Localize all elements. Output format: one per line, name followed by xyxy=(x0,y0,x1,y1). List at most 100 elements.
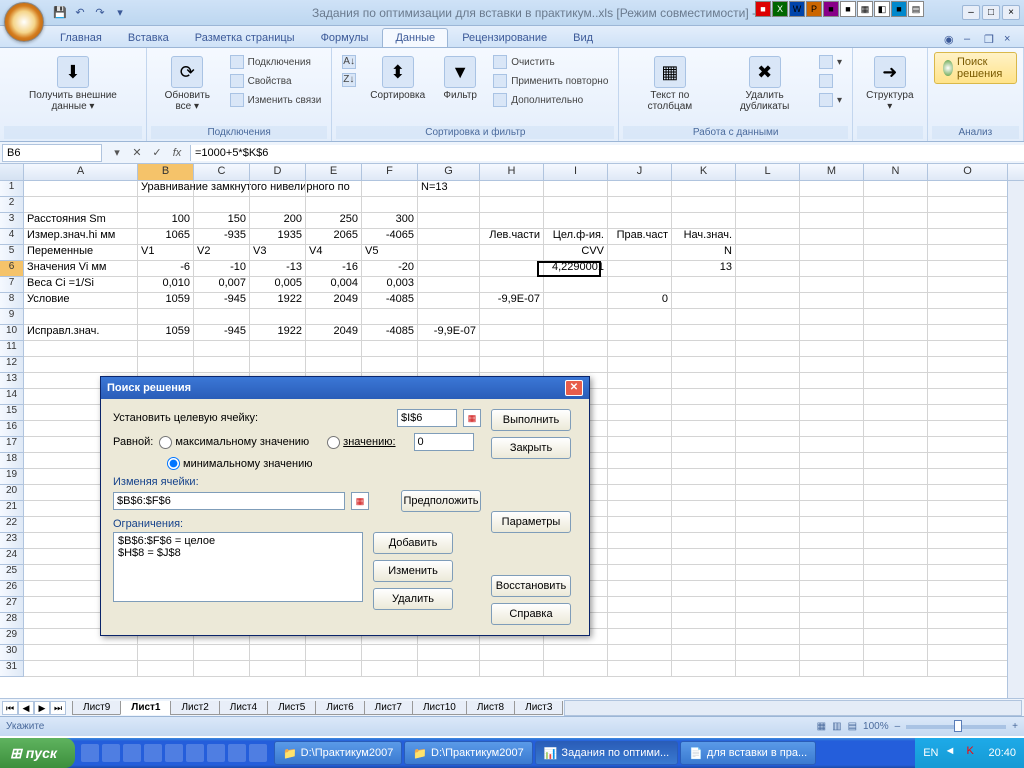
select-all-corner[interactable] xyxy=(0,164,24,180)
cell-L8[interactable] xyxy=(736,293,800,309)
cell-B4[interactable]: 1065 xyxy=(138,229,194,245)
lang-indicator[interactable]: EN xyxy=(923,747,938,759)
cell-O24[interactable] xyxy=(928,549,1008,565)
value-input[interactable] xyxy=(414,433,474,451)
cell-F6[interactable]: -20 xyxy=(362,261,418,277)
cell-F3[interactable]: 300 xyxy=(362,213,418,229)
col-M[interactable]: M xyxy=(800,164,864,180)
row-header[interactable]: 17 xyxy=(0,437,24,453)
cell-N23[interactable] xyxy=(864,533,928,549)
properties-button[interactable]: Свойства xyxy=(228,73,324,89)
changing-ref-button[interactable]: ▦ xyxy=(351,492,369,510)
view-layout-icon[interactable]: ▥ xyxy=(832,721,841,732)
cell-F4[interactable]: -4065 xyxy=(362,229,418,245)
cell-D2[interactable] xyxy=(250,197,306,213)
cell-M15[interactable] xyxy=(800,405,864,421)
constraints-list[interactable]: $B$6:$F$6 = целое $H$8 = $J$8 xyxy=(113,532,363,602)
cell-H12[interactable] xyxy=(480,357,544,373)
cell-C6[interactable]: -10 xyxy=(194,261,250,277)
cell-B8[interactable]: 1059 xyxy=(138,293,194,309)
tab-data[interactable]: Данные xyxy=(382,28,448,47)
row-header[interactable]: 14 xyxy=(0,389,24,405)
cell-B6[interactable]: -6 xyxy=(138,261,194,277)
cell-I8[interactable] xyxy=(544,293,608,309)
cell-G5[interactable] xyxy=(418,245,480,261)
cell-E8[interactable]: 2049 xyxy=(306,293,362,309)
cell-D11[interactable] xyxy=(250,341,306,357)
outline-button[interactable]: ➜ Структура ▾ xyxy=(859,52,921,116)
cell-L27[interactable] xyxy=(736,597,800,613)
refresh-all-button[interactable]: ⟳ Обновить все ▾ xyxy=(153,52,222,116)
cell-H11[interactable] xyxy=(480,341,544,357)
cell-J28[interactable] xyxy=(608,613,672,629)
cell-M22[interactable] xyxy=(800,517,864,533)
params-button[interactable]: Параметры xyxy=(491,511,571,533)
cell-D12[interactable] xyxy=(250,357,306,373)
qat-dropdown-icon[interactable]: ▾ xyxy=(112,5,128,21)
cell-N6[interactable] xyxy=(864,261,928,277)
cell-D31[interactable] xyxy=(250,661,306,677)
task-button[interactable]: 📁 D:\Практикум2007 xyxy=(274,741,402,765)
cell-F11[interactable] xyxy=(362,341,418,357)
cell-K6[interactable]: 13 xyxy=(672,261,736,277)
col-O[interactable]: O xyxy=(928,164,1008,180)
sheet-tab[interactable]: Лист10 xyxy=(412,701,467,715)
cell-O15[interactable] xyxy=(928,405,1008,421)
minimize-button[interactable]: – xyxy=(962,5,980,20)
cell-O12[interactable] xyxy=(928,357,1008,373)
cell-L29[interactable] xyxy=(736,629,800,645)
cell-J8[interactable]: 0 xyxy=(608,293,672,309)
cell-L6[interactable] xyxy=(736,261,800,277)
cell-H10[interactable] xyxy=(480,325,544,341)
cell-B11[interactable] xyxy=(138,341,194,357)
row-header[interactable]: 7 xyxy=(0,277,24,293)
ql-icon[interactable] xyxy=(228,744,246,762)
col-C[interactable]: C xyxy=(194,164,250,180)
cell-G9[interactable] xyxy=(418,309,480,325)
redo-icon[interactable]: ↷ xyxy=(92,5,108,21)
row-header[interactable]: 19 xyxy=(0,469,24,485)
cell-K9[interactable] xyxy=(672,309,736,325)
cell-E4[interactable]: 2065 xyxy=(306,229,362,245)
maximize-button[interactable]: □ xyxy=(982,5,1000,20)
cell-G30[interactable] xyxy=(418,645,480,661)
cell-C4[interactable]: -935 xyxy=(194,229,250,245)
cell-L22[interactable] xyxy=(736,517,800,533)
help-button[interactable]: Справка xyxy=(491,603,571,625)
cell-D7[interactable]: 0,005 xyxy=(250,277,306,293)
cell-N10[interactable] xyxy=(864,325,928,341)
cell-A5[interactable]: Переменные xyxy=(24,245,138,261)
cell-E5[interactable]: V4 xyxy=(306,245,362,261)
row-header[interactable]: 25 xyxy=(0,565,24,581)
cell-A30[interactable] xyxy=(24,645,138,661)
cell-K29[interactable] xyxy=(672,629,736,645)
cell-M4[interactable] xyxy=(800,229,864,245)
row-header[interactable]: 22 xyxy=(0,517,24,533)
doc-restore-icon[interactable]: ❐ xyxy=(984,33,998,47)
row-header[interactable]: 6 xyxy=(0,261,24,277)
cell-M8[interactable] xyxy=(800,293,864,309)
cell-E7[interactable]: 0,004 xyxy=(306,277,362,293)
cell-O30[interactable] xyxy=(928,645,1008,661)
cell-N20[interactable] xyxy=(864,485,928,501)
doc-minimize-icon[interactable]: – xyxy=(964,33,978,47)
col-L[interactable]: L xyxy=(736,164,800,180)
cell-H30[interactable] xyxy=(480,645,544,661)
row-header[interactable]: 15 xyxy=(0,405,24,421)
cell-O29[interactable] xyxy=(928,629,1008,645)
cell-N12[interactable] xyxy=(864,357,928,373)
cell-D1[interactable] xyxy=(250,181,306,197)
cell-L17[interactable] xyxy=(736,437,800,453)
cell-L28[interactable] xyxy=(736,613,800,629)
cell-K14[interactable] xyxy=(672,389,736,405)
task-button[interactable]: 📁 D:\Практикум2007 xyxy=(404,741,532,765)
cell-J1[interactable] xyxy=(608,181,672,197)
cell-L10[interactable] xyxy=(736,325,800,341)
office-button[interactable] xyxy=(4,2,44,42)
sheet-tab[interactable]: Лист4 xyxy=(219,701,268,715)
row-header[interactable]: 10 xyxy=(0,325,24,341)
zoom-slider[interactable] xyxy=(906,725,1006,729)
cell-F12[interactable] xyxy=(362,357,418,373)
cell-J6[interactable] xyxy=(608,261,672,277)
cell-E31[interactable] xyxy=(306,661,362,677)
